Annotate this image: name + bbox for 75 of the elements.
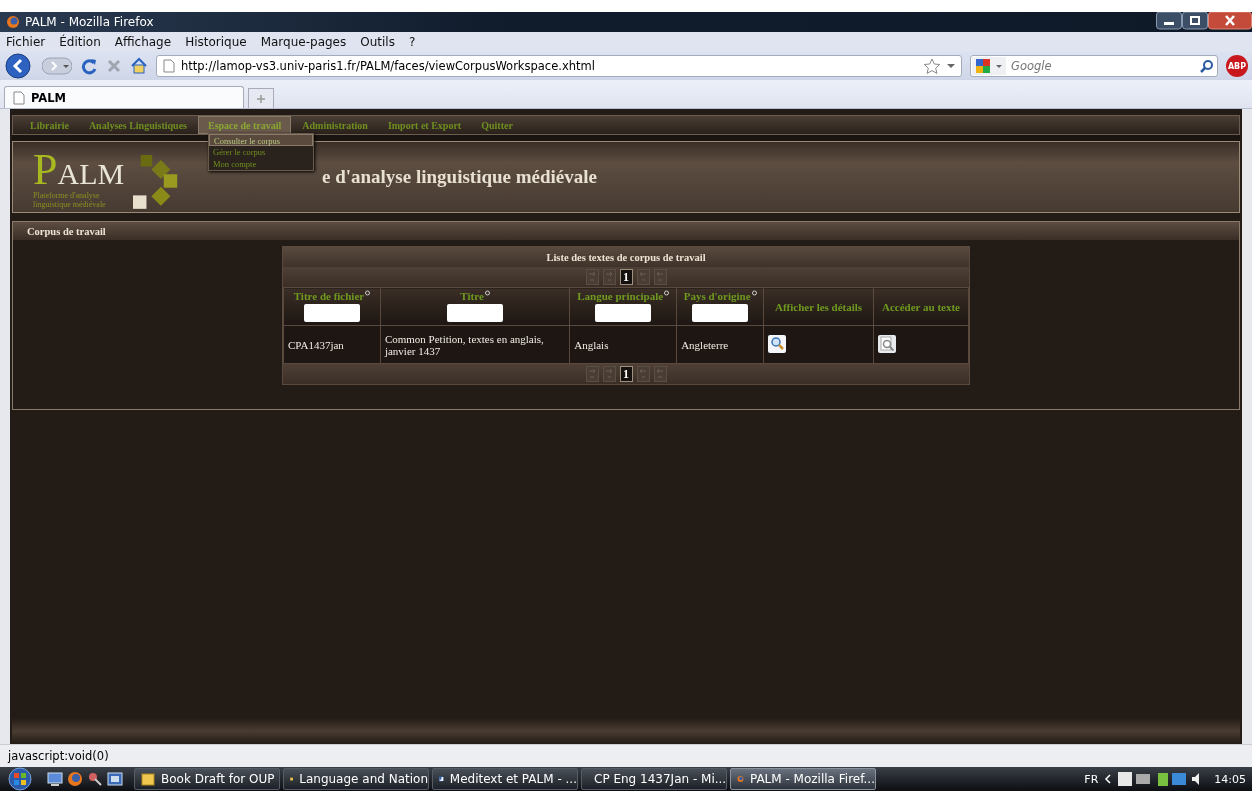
browser-tab[interactable]: PALM <box>4 86 244 108</box>
folder-icon <box>141 772 155 786</box>
taskbar-button[interactable]: CP Eng 1437Jan - Mi... <box>581 768 727 790</box>
menu-item[interactable]: Outils <box>360 35 395 49</box>
column-header: Pays d'origine <box>683 290 751 302</box>
menu-item[interactable]: Édition <box>59 35 101 49</box>
url-text: http://lamop-vs3.univ-paris1.fr/PALM/faces/viewCorpusWorkspace.xhtml <box>181 59 596 73</box>
language-indicator[interactable]: FR <box>1084 772 1099 786</box>
home-icon[interactable] <box>130 57 148 75</box>
reload-icon[interactable] <box>80 57 98 75</box>
dropdown-item[interactable]: Gérer le corpus <box>209 146 313 158</box>
clock: 14:05 <box>1214 772 1246 786</box>
page-number[interactable]: 1 <box>619 269 633 285</box>
nav-menu-item[interactable]: Librairie <box>21 116 78 134</box>
nav-menu-item[interactable]: Analyses Linguistiques <box>79 116 196 134</box>
chevron-icon[interactable] <box>1104 774 1113 784</box>
windows-icon[interactable] <box>107 771 123 787</box>
table-cell: CPA1437jan <box>288 338 344 351</box>
column-header: Titre <box>460 290 484 302</box>
menu-item[interactable]: Affichage <box>114 35 172 49</box>
sort-icon[interactable] <box>484 290 490 296</box>
nav-menu-item[interactable]: Quitter <box>472 116 522 134</box>
table-cell: Anglais <box>574 338 609 351</box>
restore-button[interactable] <box>1182 12 1208 30</box>
window-title: PALM - Mozilla Firefox <box>25 15 154 29</box>
filter-field[interactable] <box>303 304 360 322</box>
plus-icon <box>256 93 266 104</box>
sort-icon[interactable] <box>365 290 371 296</box>
forward-button[interactable] <box>42 57 72 75</box>
nav-menu-item[interactable]: Administration <box>293 116 377 134</box>
minimize-button[interactable] <box>1156 12 1182 30</box>
menu-item[interactable]: Historique <box>185 35 247 49</box>
menu-item[interactable]: Fichier <box>6 35 46 49</box>
status-text: javascript:void(0) <box>8 749 109 763</box>
magnifier-icon[interactable] <box>768 334 787 353</box>
nav-menu-item[interactable]: Import et Export <box>378 116 471 134</box>
desktop-icon[interactable] <box>47 771 63 787</box>
star-icon[interactable] <box>923 58 941 74</box>
search-icon[interactable] <box>1200 59 1214 73</box>
logo-text: PALM <box>33 148 126 193</box>
column-header: Afficher les détails <box>775 300 863 313</box>
sort-icon[interactable] <box>664 290 670 296</box>
table-cell: Angleterre <box>681 338 729 351</box>
close-button[interactable] <box>1208 12 1252 30</box>
google-icon[interactable] <box>972 57 1006 75</box>
document-magnifier-icon[interactable] <box>878 334 897 353</box>
site-title: e d'analyse linguistique médiévale <box>322 166 597 188</box>
adblock-button[interactable]: ABP <box>1226 55 1248 77</box>
menu-item[interactable]: Marque-pages <box>260 35 347 49</box>
taskbar-button[interactable]: PALM - Mozilla Firef... <box>730 768 876 790</box>
filter-field[interactable] <box>595 304 652 322</box>
sort-icon[interactable] <box>751 290 757 296</box>
column-header: Titre de fichier <box>293 290 365 302</box>
taskbar-button[interactable]: Book Draft for OUP <box>134 768 280 790</box>
section-title: Corpus de travail <box>27 225 106 237</box>
filter-field[interactable] <box>447 304 504 322</box>
taskbar-button[interactable]: Meditext et PALM - ... <box>432 768 578 790</box>
column-header: Accéder au texte <box>882 300 960 313</box>
page-number[interactable]: 1 <box>619 366 633 382</box>
address-bar[interactable]: http://lamop-vs3.univ-paris1.fr/PALM/faces/viewCorpusWorkspace.xhtml <box>156 55 962 77</box>
tool-icon[interactable] <box>87 771 103 787</box>
dropdown-item[interactable]: Consulter le corpus <box>209 134 313 146</box>
back-button[interactable] <box>4 53 34 79</box>
taskbar-button[interactable]: Language and Nation <box>283 768 429 790</box>
dropdown-icon[interactable] <box>947 63 955 69</box>
logo-caption: Plateforme d'analyse linguistique médiévale <box>33 192 107 210</box>
page-icon <box>163 59 175 73</box>
filter-field[interactable] <box>692 304 749 322</box>
page-icon <box>13 90 25 105</box>
table-cell: Common Petition, textes en anglais, janvier 1437 <box>384 332 544 357</box>
dropdown-item[interactable]: Mon compte <box>209 158 313 170</box>
table-caption: Liste des textes de corpus de travail <box>546 251 706 263</box>
column-header: Langue principale <box>577 290 664 302</box>
menu-item[interactable]: ? <box>408 35 416 49</box>
tray-icons-drawing <box>1118 772 1153 786</box>
